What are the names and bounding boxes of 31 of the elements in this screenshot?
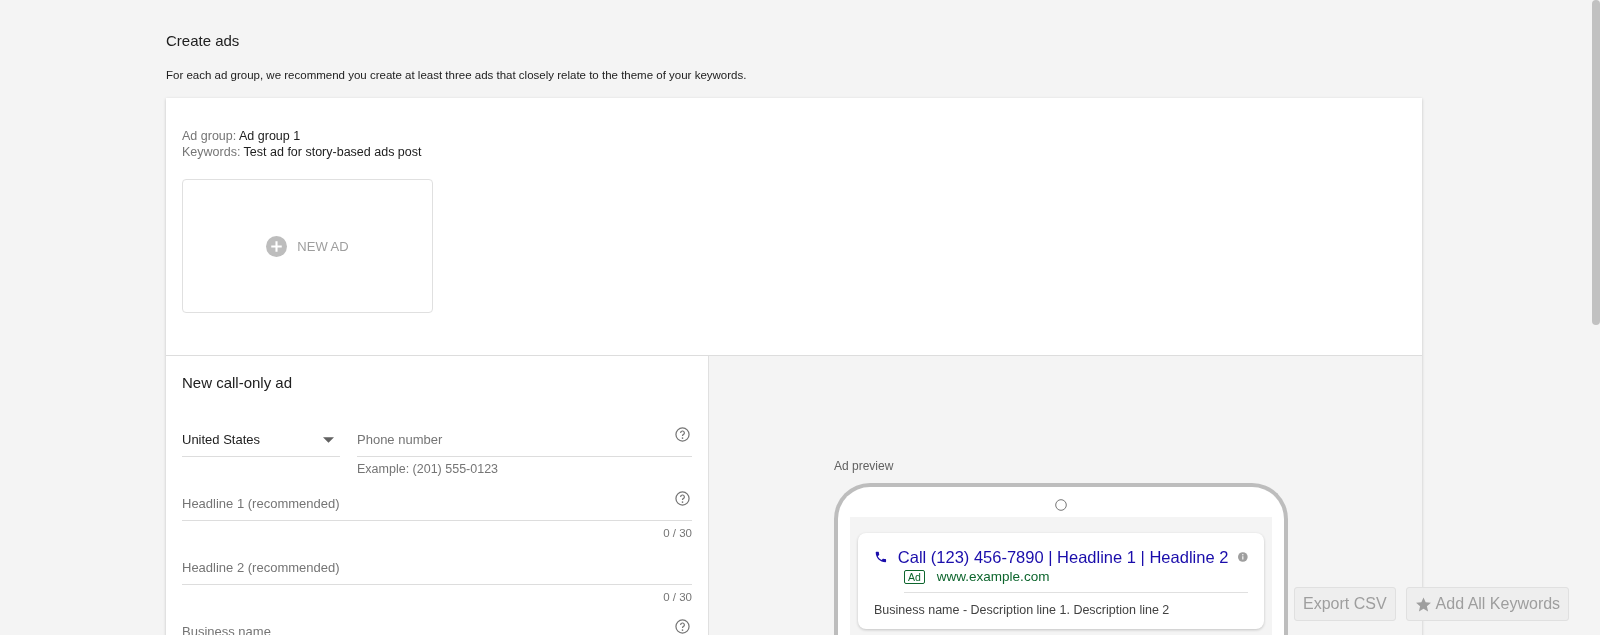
text-field[interactable]: Headline 2 (recommended)	[182, 551, 692, 585]
keywords-label: Keywords:	[182, 145, 241, 159]
scrollbar-thumb[interactable]	[1592, 0, 1600, 325]
character-counter: 0 / 30	[663, 590, 692, 604]
ad-url: www.example.com	[936, 569, 1050, 584]
camera-icon	[1055, 499, 1067, 511]
help-icon[interactable]	[675, 427, 690, 442]
help-icon[interactable]	[675, 619, 690, 634]
page-description: For each ad group, we recommend you create at least three ads that closely relate to the theme of your keywords.	[166, 68, 747, 83]
text-field[interactable]: Headline 1 (recommended)	[182, 487, 692, 521]
ad-badge: Ad	[904, 569, 925, 584]
plus-circle-icon	[266, 235, 288, 257]
info-icon[interactable]	[1238, 550, 1248, 564]
dropdown-caret-icon	[323, 436, 334, 443]
phone-field[interactable]: Phone number	[357, 423, 692, 457]
keywords-value: Test ad for story-based ads post	[243, 145, 422, 159]
character-counter: 0 / 30	[663, 526, 692, 540]
ad-group-label: Ad group:	[182, 129, 237, 143]
preview-label: Ad preview	[834, 459, 894, 473]
star-icon	[1414, 595, 1432, 613]
country-dropdown[interactable]: United States	[182, 423, 340, 457]
page-title: Create ads	[166, 31, 240, 51]
phone-hint: Example: (201) 555-0123	[357, 462, 499, 476]
ad-description: Business name - Description line 1. Description line 2	[874, 603, 1170, 617]
form-title: New call-only ad	[182, 373, 293, 393]
help-icon[interactable]	[675, 491, 690, 506]
new-ad-button[interactable]: NEW AD	[182, 179, 433, 313]
ad-group-value: Ad group 1	[239, 129, 301, 143]
action-button[interactable]: Export CSV	[1294, 587, 1396, 621]
ad-headline[interactable]: Call (123) 456-7890 | Headline 1 | Headline 2	[897, 547, 1229, 567]
action-button[interactable]: Add All Keywords	[1405, 587, 1570, 621]
